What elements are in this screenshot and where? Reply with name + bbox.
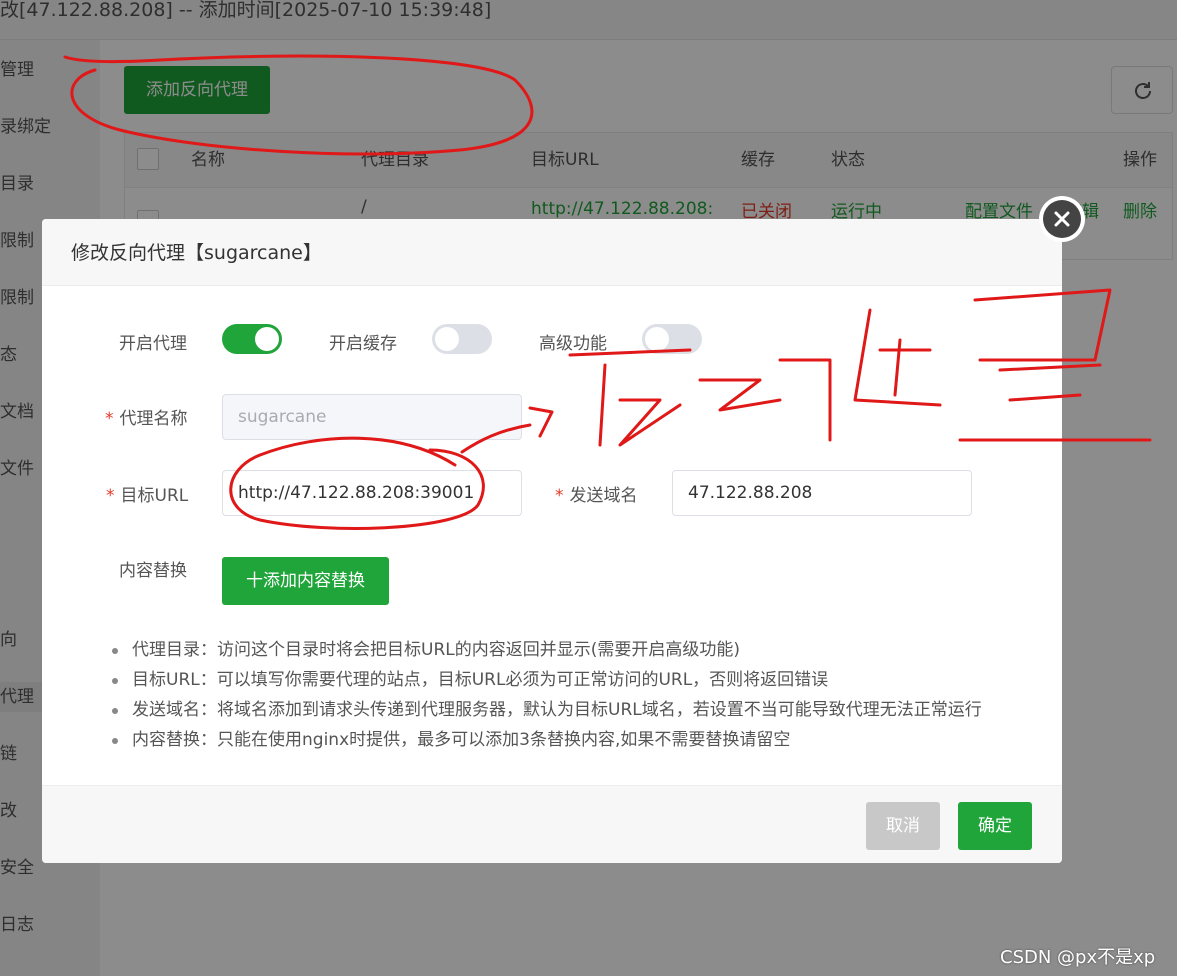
add-content-replace-button[interactable]: 十添加内容替换 — [222, 557, 389, 605]
required-mark: * — [106, 486, 115, 506]
required-mark: * — [105, 409, 114, 429]
enable-proxy-label: 开启代理 — [119, 334, 187, 354]
advanced-toggle[interactable] — [642, 324, 702, 354]
send-domain-label: * 发送域名 — [555, 481, 638, 506]
confirm-button[interactable]: 确定 — [958, 802, 1032, 850]
help-tips: 代理目录：访问这个目录时将会把目标URL的内容返回并显示(需要开启高级功能) 目… — [112, 635, 982, 755]
enable-proxy-toggle[interactable] — [222, 324, 282, 354]
content-replace-label: 内容替换 — [119, 561, 187, 581]
send-domain-input[interactable]: 47.122.88.208 — [672, 470, 972, 516]
target-url-label: * 目标URL — [106, 481, 188, 506]
enable-cache-label: 开启缓存 — [329, 334, 397, 354]
advanced-label: 高级功能 — [539, 334, 607, 354]
toggle-knob — [255, 327, 279, 351]
dialog-header: 修改反向代理【sugarcane】 — [42, 219, 1062, 286]
tip-item: 内容替换：只能在使用nginx时提供，最多可以添加3条替换内容,如果不需要替换请… — [112, 725, 982, 755]
close-dialog-button[interactable] — [1039, 196, 1085, 242]
toggle-knob — [435, 327, 459, 351]
toggle-knob — [645, 327, 669, 351]
proxy-name-label: * 代理名称 — [105, 404, 188, 429]
close-icon — [1054, 211, 1070, 227]
cancel-button[interactable]: 取消 — [866, 802, 940, 850]
watermark: CSDN @px不是xp — [1000, 947, 1156, 968]
proxy-name-input[interactable]: sugarcane — [222, 394, 522, 440]
close-icon-bg — [1043, 200, 1081, 238]
tip-item: 代理目录：访问这个目录时将会把目标URL的内容返回并显示(需要开启高级功能) — [112, 635, 982, 665]
target-url-input[interactable]: http://47.122.88.208:39001 — [222, 470, 522, 516]
tip-item: 目标URL：可以填写你需要代理的站点，目标URL必须为可正常访问的URL，否则将… — [112, 665, 982, 695]
page: 改[47.122.88.208] -- 添加时间[2025-07-10 15:3… — [0, 0, 1177, 976]
dialog-title: 修改反向代理【sugarcane】 — [71, 242, 322, 264]
send-domain-label-text: 发送域名 — [569, 486, 638, 506]
proxy-name-label-text: 代理名称 — [119, 409, 188, 429]
tip-item: 发送域名：将域名添加到请求头传递到代理服务器，默认为目标URL域名，若设置不当可… — [112, 695, 982, 725]
required-mark: * — [555, 486, 564, 506]
enable-cache-toggle[interactable] — [432, 324, 492, 354]
edit-proxy-dialog: 修改反向代理【sugarcane】 开启代理 开启缓存 高级功能 * 代理名称 s… — [42, 219, 1062, 863]
dialog-footer: 取消 确定 — [42, 785, 1062, 863]
target-url-label-text: 目标URL — [120, 486, 189, 506]
